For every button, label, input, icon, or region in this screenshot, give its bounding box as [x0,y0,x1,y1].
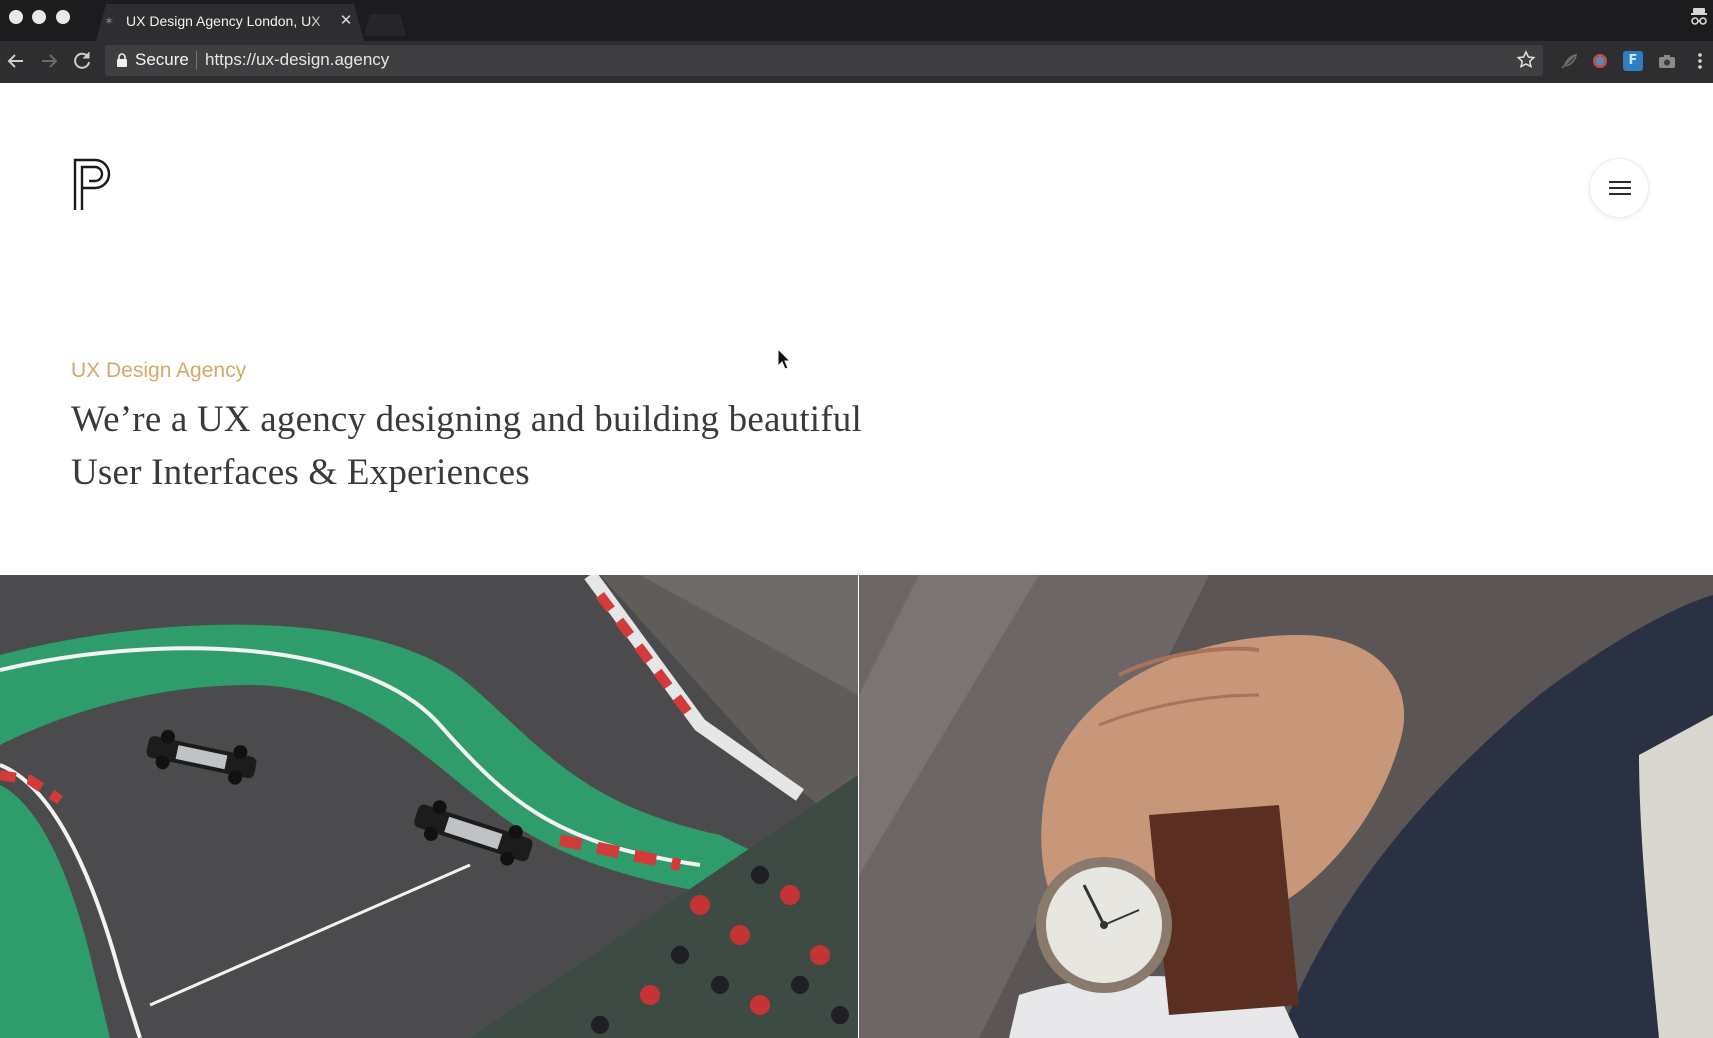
secure-label: Secure [135,50,189,69]
hamburger-menu-icon [1609,181,1631,183]
browser-menu-icon[interactable] [1694,50,1706,72]
lock-icon [117,53,127,67]
wristwatch-illustration [859,575,1713,1038]
hero-headline: We’re a UX agency designing and building… [71,393,1071,499]
camera-icon[interactable] [1657,51,1677,71]
hero-image-racetrack[interactable] [0,575,858,1038]
arrow-right-icon [42,54,58,68]
menu-button[interactable] [1590,159,1648,217]
reload-icon [74,52,90,69]
hero-headline-line-1: We’re a UX agency designing and building… [71,399,862,440]
maximize-window-button[interactable] [56,10,70,24]
incognito-icon [1691,8,1707,25]
address-divider [196,51,197,70]
hero-eyebrow: UX Design Agency [71,359,247,382]
url-text[interactable]: https://ux-design.agency [205,50,389,70]
forward-button[interactable] [37,49,61,73]
hero-image-wristwatch[interactable] [859,575,1713,1038]
p-monogram-logo[interactable] [73,158,117,210]
extension-f-icon[interactable]: F [1623,51,1643,71]
tab-favicon-icon: ✶ [104,14,115,28]
tab-title: UX Design Agency London, UX [126,13,321,29]
extension-globe-icon[interactable] [1590,51,1610,71]
mouse-cursor-icon [777,348,791,370]
hero-headline-line-2: User Interfaces & Experiences [71,452,530,493]
racetrack-illustration [0,575,858,1038]
reload-button[interactable] [70,49,94,73]
minimize-window-button[interactable] [32,10,46,24]
close-window-button[interactable] [9,10,23,24]
hamburger-menu-icon-bar [1609,187,1631,189]
new-tab-button[interactable] [364,14,406,36]
web-page: UX Design Agency We’re a UX agency desig… [0,83,1713,1038]
star-icon[interactable] [1516,50,1536,70]
back-button[interactable] [4,49,28,73]
arrow-left-icon [7,54,23,68]
hamburger-menu-icon-bar [1609,193,1631,195]
extension-feather-icon[interactable] [1559,51,1579,71]
tab-close-icon[interactable]: ✕ [338,11,354,29]
browser-chrome: ✶ UX Design Agency London, UX ✕ Secure h… [0,0,1713,83]
